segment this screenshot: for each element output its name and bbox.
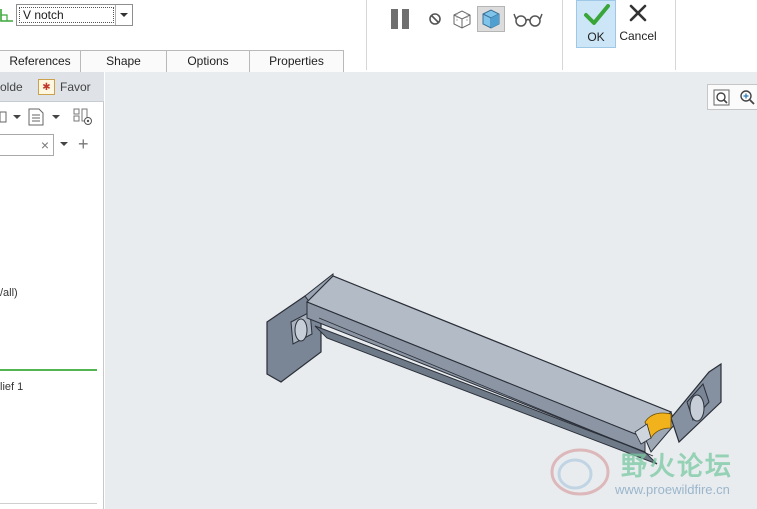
tab-favorites[interactable]: ✱ Favor [38, 77, 91, 97]
insert-here-marker[interactable] [0, 369, 97, 371]
add-filter-button[interactable]: + [78, 135, 89, 153]
no-geometry-icon [429, 13, 441, 25]
close-x-icon [629, 4, 647, 22]
tree-columns-button[interactable] [73, 108, 93, 126]
cancel-label: Cancel [619, 29, 657, 43]
forum-watermark: 野火论坛 www.proewildfire.cn [545, 442, 755, 502]
pause-icon [391, 9, 398, 29]
dynamic-preview-icon [482, 9, 500, 29]
columns-visibility-icon [73, 108, 92, 125]
verify-mode-button[interactable] [451, 6, 473, 32]
ribbon-divider [562, 0, 563, 70]
shape-type-dropdown[interactable]: V notch [16, 4, 133, 26]
watermark-title: 野火论坛 [621, 452, 734, 482]
graphics-window[interactable]: 野火论坛 www.proewildfire.cn [105, 72, 757, 509]
ribbon-divider [366, 0, 367, 70]
chevron-down-icon [52, 115, 60, 119]
navigator-panel: olde ✱ Favor × + /all) lief 1 [0, 72, 104, 509]
pause-button[interactable] [387, 6, 413, 32]
cancel-button[interactable]: Cancel [618, 0, 658, 48]
checkmark-icon [584, 4, 610, 25]
sheetmetal-shape-icon [0, 9, 13, 22]
ok-button[interactable]: OK [576, 0, 616, 48]
dynamic-preview-button[interactable] [477, 6, 505, 32]
favorites-star-icon: ✱ [38, 79, 55, 95]
chevron-down-icon[interactable] [115, 5, 132, 25]
tab-shape[interactable]: Shape [80, 50, 167, 72]
preview-glasses-button[interactable] [513, 6, 543, 32]
favorites-tab-label: Favor [60, 80, 91, 94]
tree-settings-icon [28, 108, 44, 126]
ribbon-divider [675, 0, 676, 70]
watermark-url: www.proewildfire.cn [615, 482, 730, 497]
chevron-down-icon [13, 115, 21, 119]
tab-references[interactable]: References [0, 50, 81, 72]
tree-view-icon [0, 111, 7, 123]
dashboard-tabs: References Shape Options Properties [0, 50, 344, 72]
folder-tab-label: olde [0, 80, 23, 94]
chevron-down-icon[interactable] [60, 142, 68, 146]
search-input[interactable]: × [0, 134, 54, 156]
tree-item[interactable]: /all) [0, 287, 18, 299]
verify-mode-icon [453, 10, 471, 29]
settings-dropdown[interactable] [28, 108, 60, 126]
tab-folder-browser[interactable]: olde [0, 72, 30, 102]
no-preview-button[interactable] [426, 6, 444, 32]
tree-item[interactable]: lief 1 [0, 381, 23, 393]
feature-dashboard: V notch References Shape Options Propert… [0, 0, 757, 72]
watermark-logo-icon [550, 448, 610, 496]
panel-divider [0, 503, 97, 504]
close-icon[interactable]: × [41, 137, 49, 153]
ok-label: OK [587, 30, 605, 44]
navigator-tabs: olde ✱ Favor [0, 72, 104, 102]
shape-type-value: V notch [19, 7, 114, 23]
glasses-preview-icon [513, 13, 543, 27]
show-dropdown[interactable] [0, 108, 21, 126]
tab-properties[interactable]: Properties [249, 50, 344, 72]
tab-options[interactable]: Options [166, 50, 250, 72]
